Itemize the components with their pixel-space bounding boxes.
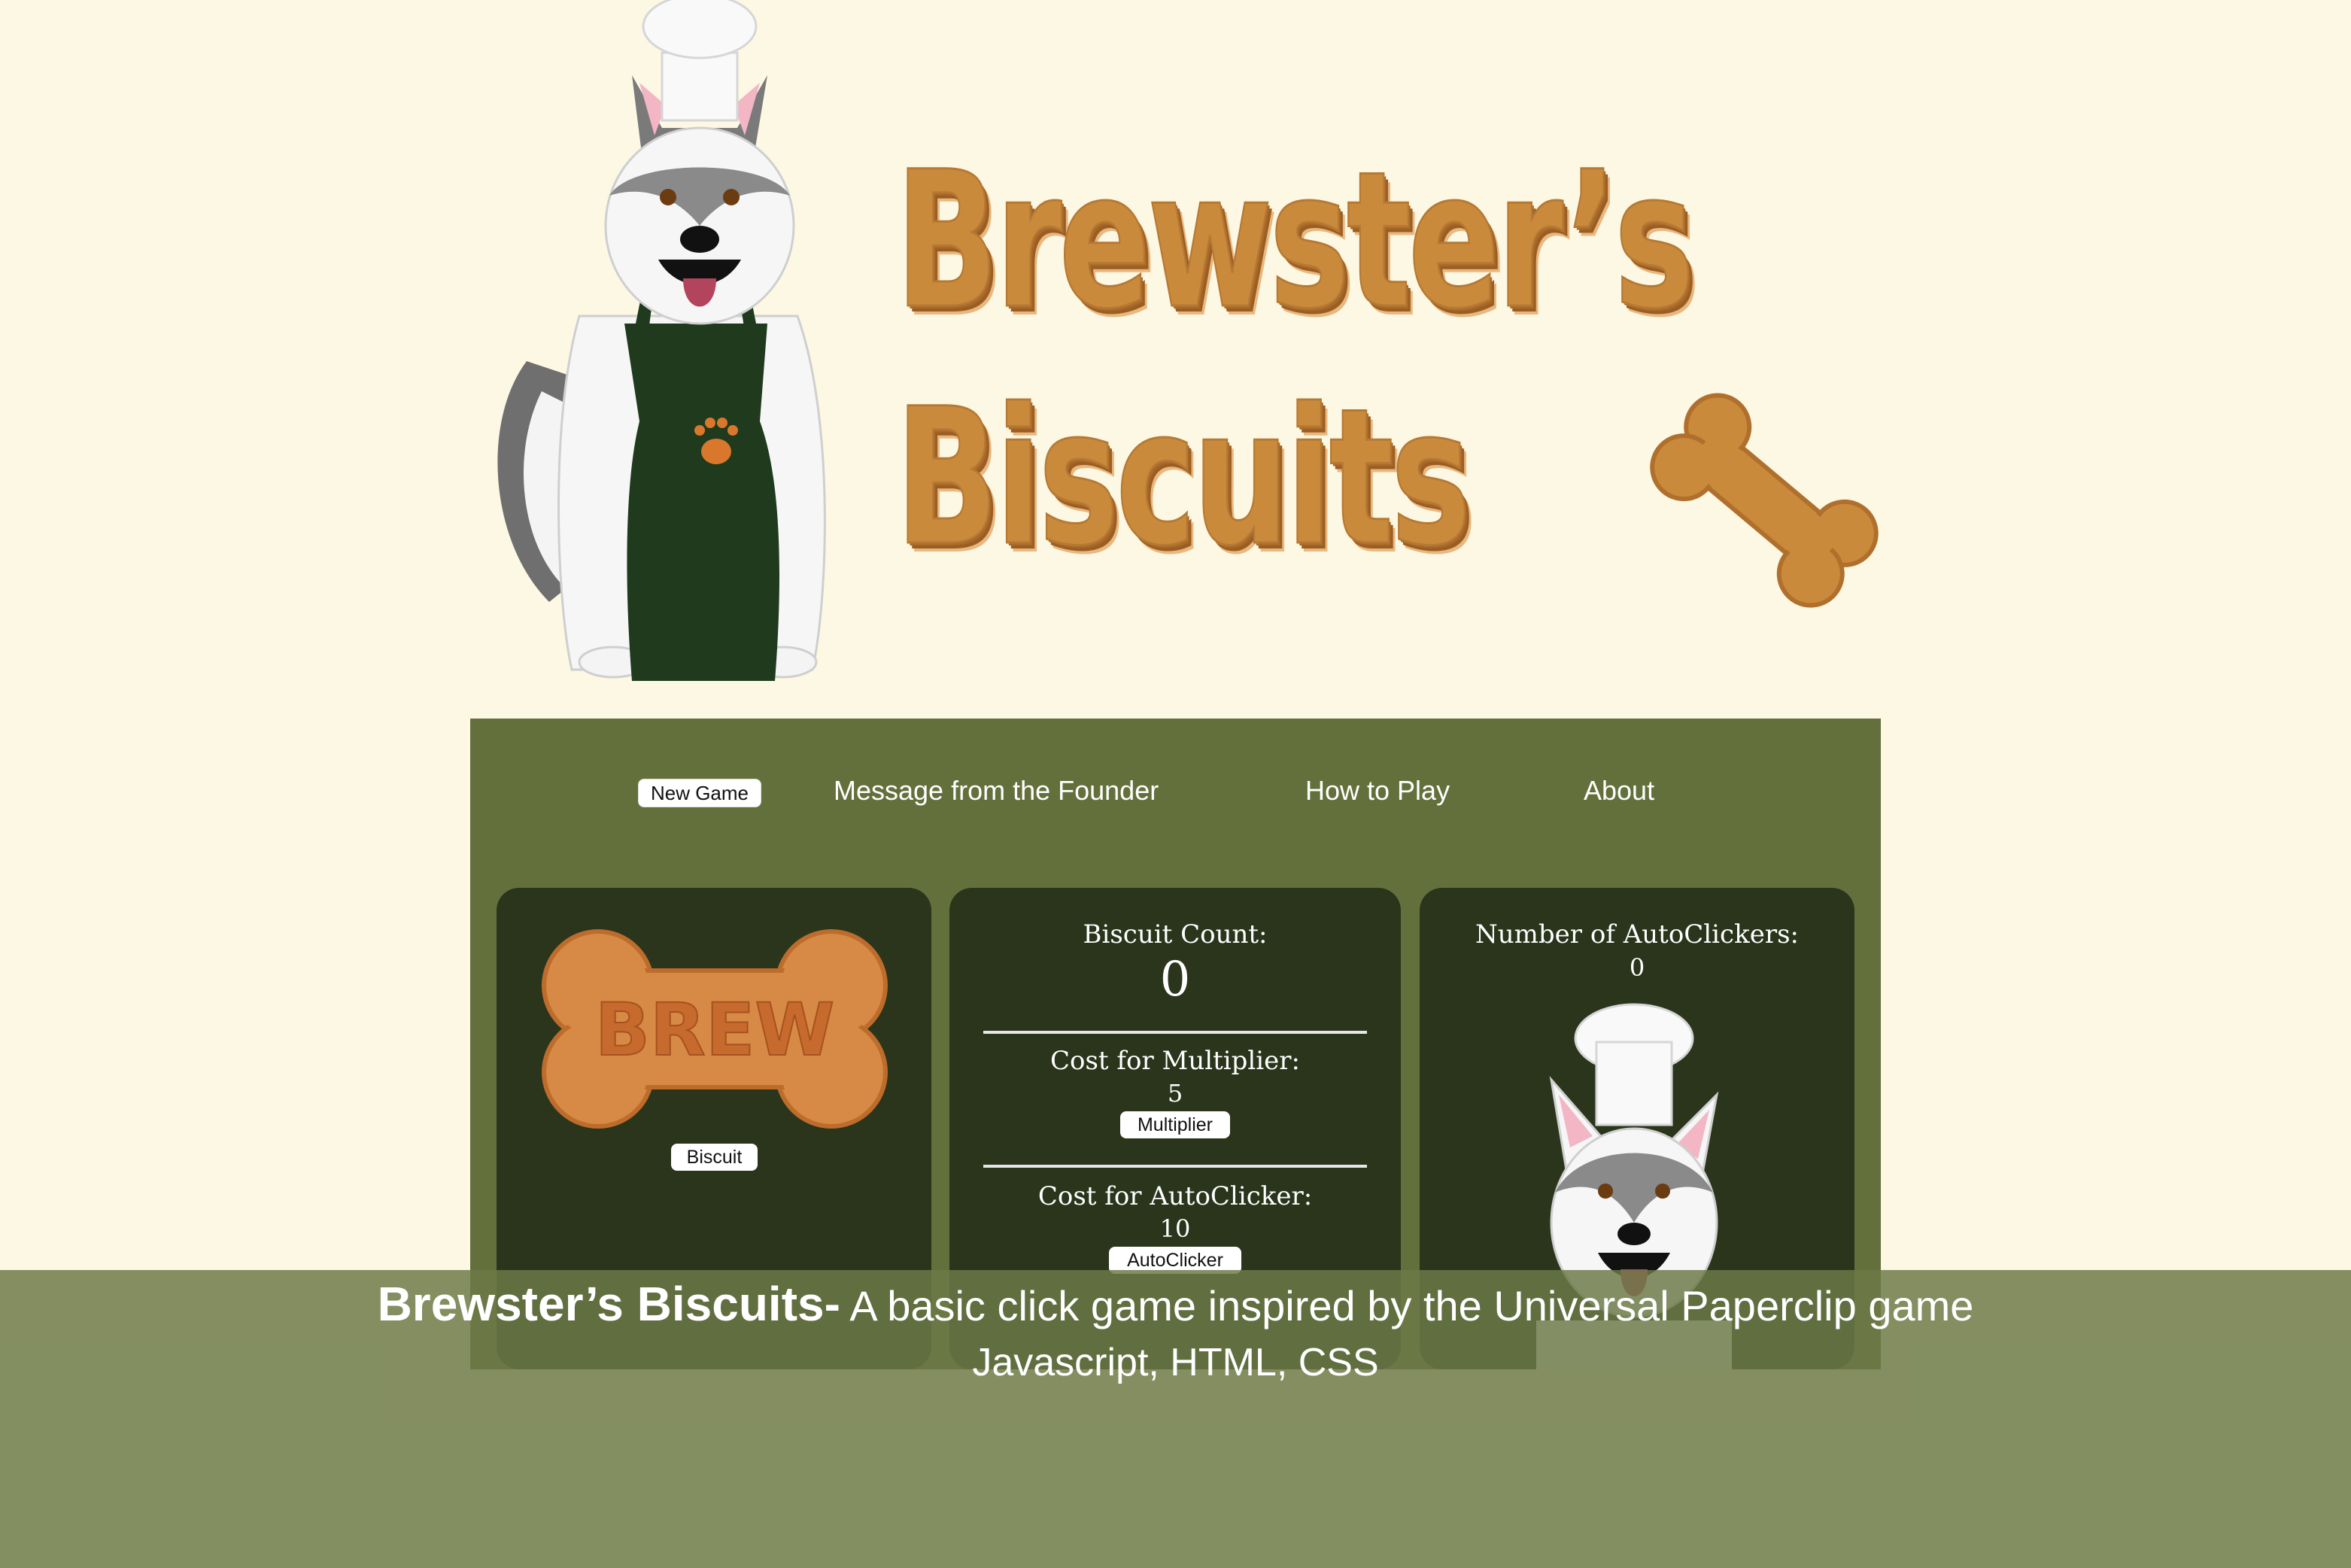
logo-line-biscuits: Biscuits <box>895 368 1472 587</box>
autoclicker-count-label: Number of AutoClickers: <box>1475 919 1799 950</box>
biscuit-button[interactable]: Biscuit <box>671 1144 758 1171</box>
stats-divider-2 <box>983 1165 1367 1168</box>
multiplier-button[interactable]: Multiplier <box>1120 1111 1230 1138</box>
bone-brew-text: BREW <box>595 988 835 1072</box>
nav-about[interactable]: About <box>1584 776 1654 806</box>
caption-project-title: Brewster’s Biscuits- <box>377 1277 840 1331</box>
bone-logo-icon <box>1650 393 1879 608</box>
biscuit-count-label: Biscuit Count: <box>1083 919 1268 950</box>
multiplier-cost-label: Cost for Multiplier: <box>1050 1046 1300 1076</box>
logo-line-brewsters: Brewster’s <box>895 131 1696 350</box>
nav-founder-message[interactable]: Message from the Founder <box>834 776 1159 806</box>
husky-chef-mascot <box>497 0 826 681</box>
biscuit-count-value: 0 <box>1159 952 1191 1007</box>
stats-divider-1 <box>983 1031 1367 1034</box>
autoclicker-cost-value: 10 <box>1159 1214 1191 1243</box>
new-game-button[interactable]: New Game <box>638 779 761 807</box>
multiplier-cost-value: 5 <box>1167 1079 1183 1108</box>
nav-how-to-play[interactable]: How to Play <box>1305 776 1450 806</box>
caption-title-line: Brewster’s Biscuits- A basic click game … <box>0 1276 2351 1334</box>
caption-tech-stack: Javascript, HTML, CSS <box>972 1341 1379 1384</box>
caption-description: A basic click game inspired by the Unive… <box>840 1282 1974 1329</box>
autoclicker-cost-label: Cost for AutoClicker: <box>1037 1181 1313 1211</box>
autoclicker-count-value: 0 <box>1629 953 1645 982</box>
biscuit-bone-image[interactable]: BREW <box>538 925 891 1132</box>
